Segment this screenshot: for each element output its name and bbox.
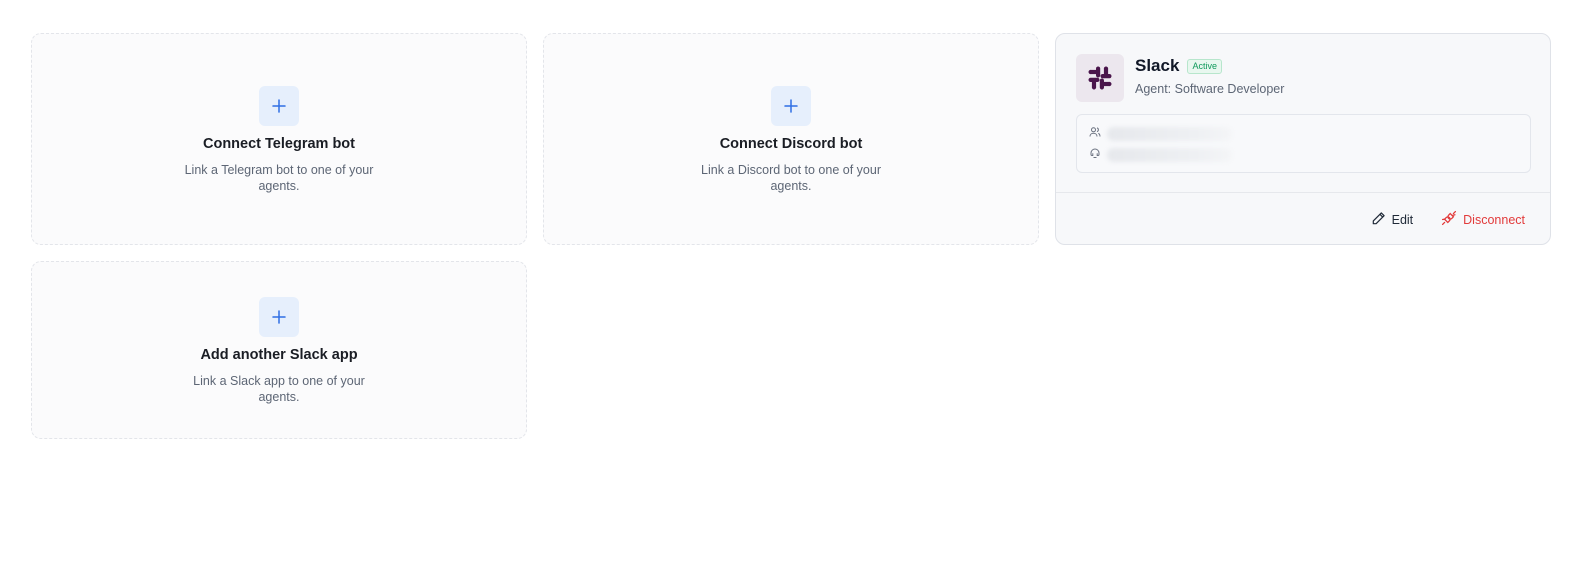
connection-details	[1076, 114, 1531, 173]
detail-row-users	[1089, 125, 1232, 143]
disconnect-button[interactable]: Disconnect	[1441, 210, 1525, 229]
redacted-value	[1107, 127, 1232, 141]
card-description: Link a Telegram bot to one of your agent…	[184, 163, 374, 193]
slack-integration-card: Slack Active Agent: Software Developer E…	[1055, 33, 1551, 245]
agent-label: Agent: Software Developer	[1135, 82, 1285, 96]
slack-header: Slack Active Agent: Software Developer	[1076, 54, 1284, 102]
slack-app-name: Slack	[1135, 56, 1180, 75]
card-description: Link a Discord bot to one of your agents…	[701, 163, 881, 193]
disconnect-label: Disconnect	[1463, 212, 1525, 227]
workspace-icon	[1089, 146, 1101, 164]
card-description: Link a Slack app to one of your agents.	[193, 374, 365, 404]
detail-row-workspace	[1089, 146, 1232, 164]
integrations-grid: Connect Telegram bot Link a Telegram bot…	[31, 33, 1551, 439]
plus-icon	[771, 86, 811, 126]
card-title: Add another Slack app	[200, 347, 358, 363]
status-badge: Active	[1187, 58, 1222, 74]
plus-icon	[259, 297, 299, 337]
add-slack-app-card[interactable]: Add another Slack app Link a Slack app t…	[31, 261, 527, 439]
users-icon	[1089, 125, 1101, 143]
edit-label: Edit	[1391, 212, 1414, 227]
card-actions: Edit Disconnect	[1371, 210, 1525, 229]
edit-button[interactable]: Edit	[1371, 211, 1414, 229]
slack-logo-icon	[1076, 54, 1124, 102]
unplug-icon	[1441, 210, 1463, 229]
card-title: Connect Telegram bot	[203, 136, 355, 152]
connect-discord-card[interactable]: Connect Discord bot Link a Discord bot t…	[543, 33, 1039, 245]
divider	[1056, 192, 1550, 193]
pencil-icon	[1371, 211, 1392, 229]
plus-icon	[259, 86, 299, 126]
card-title: Connect Discord bot	[719, 136, 863, 152]
redacted-value	[1107, 148, 1232, 162]
connect-telegram-card[interactable]: Connect Telegram bot Link a Telegram bot…	[31, 33, 527, 245]
